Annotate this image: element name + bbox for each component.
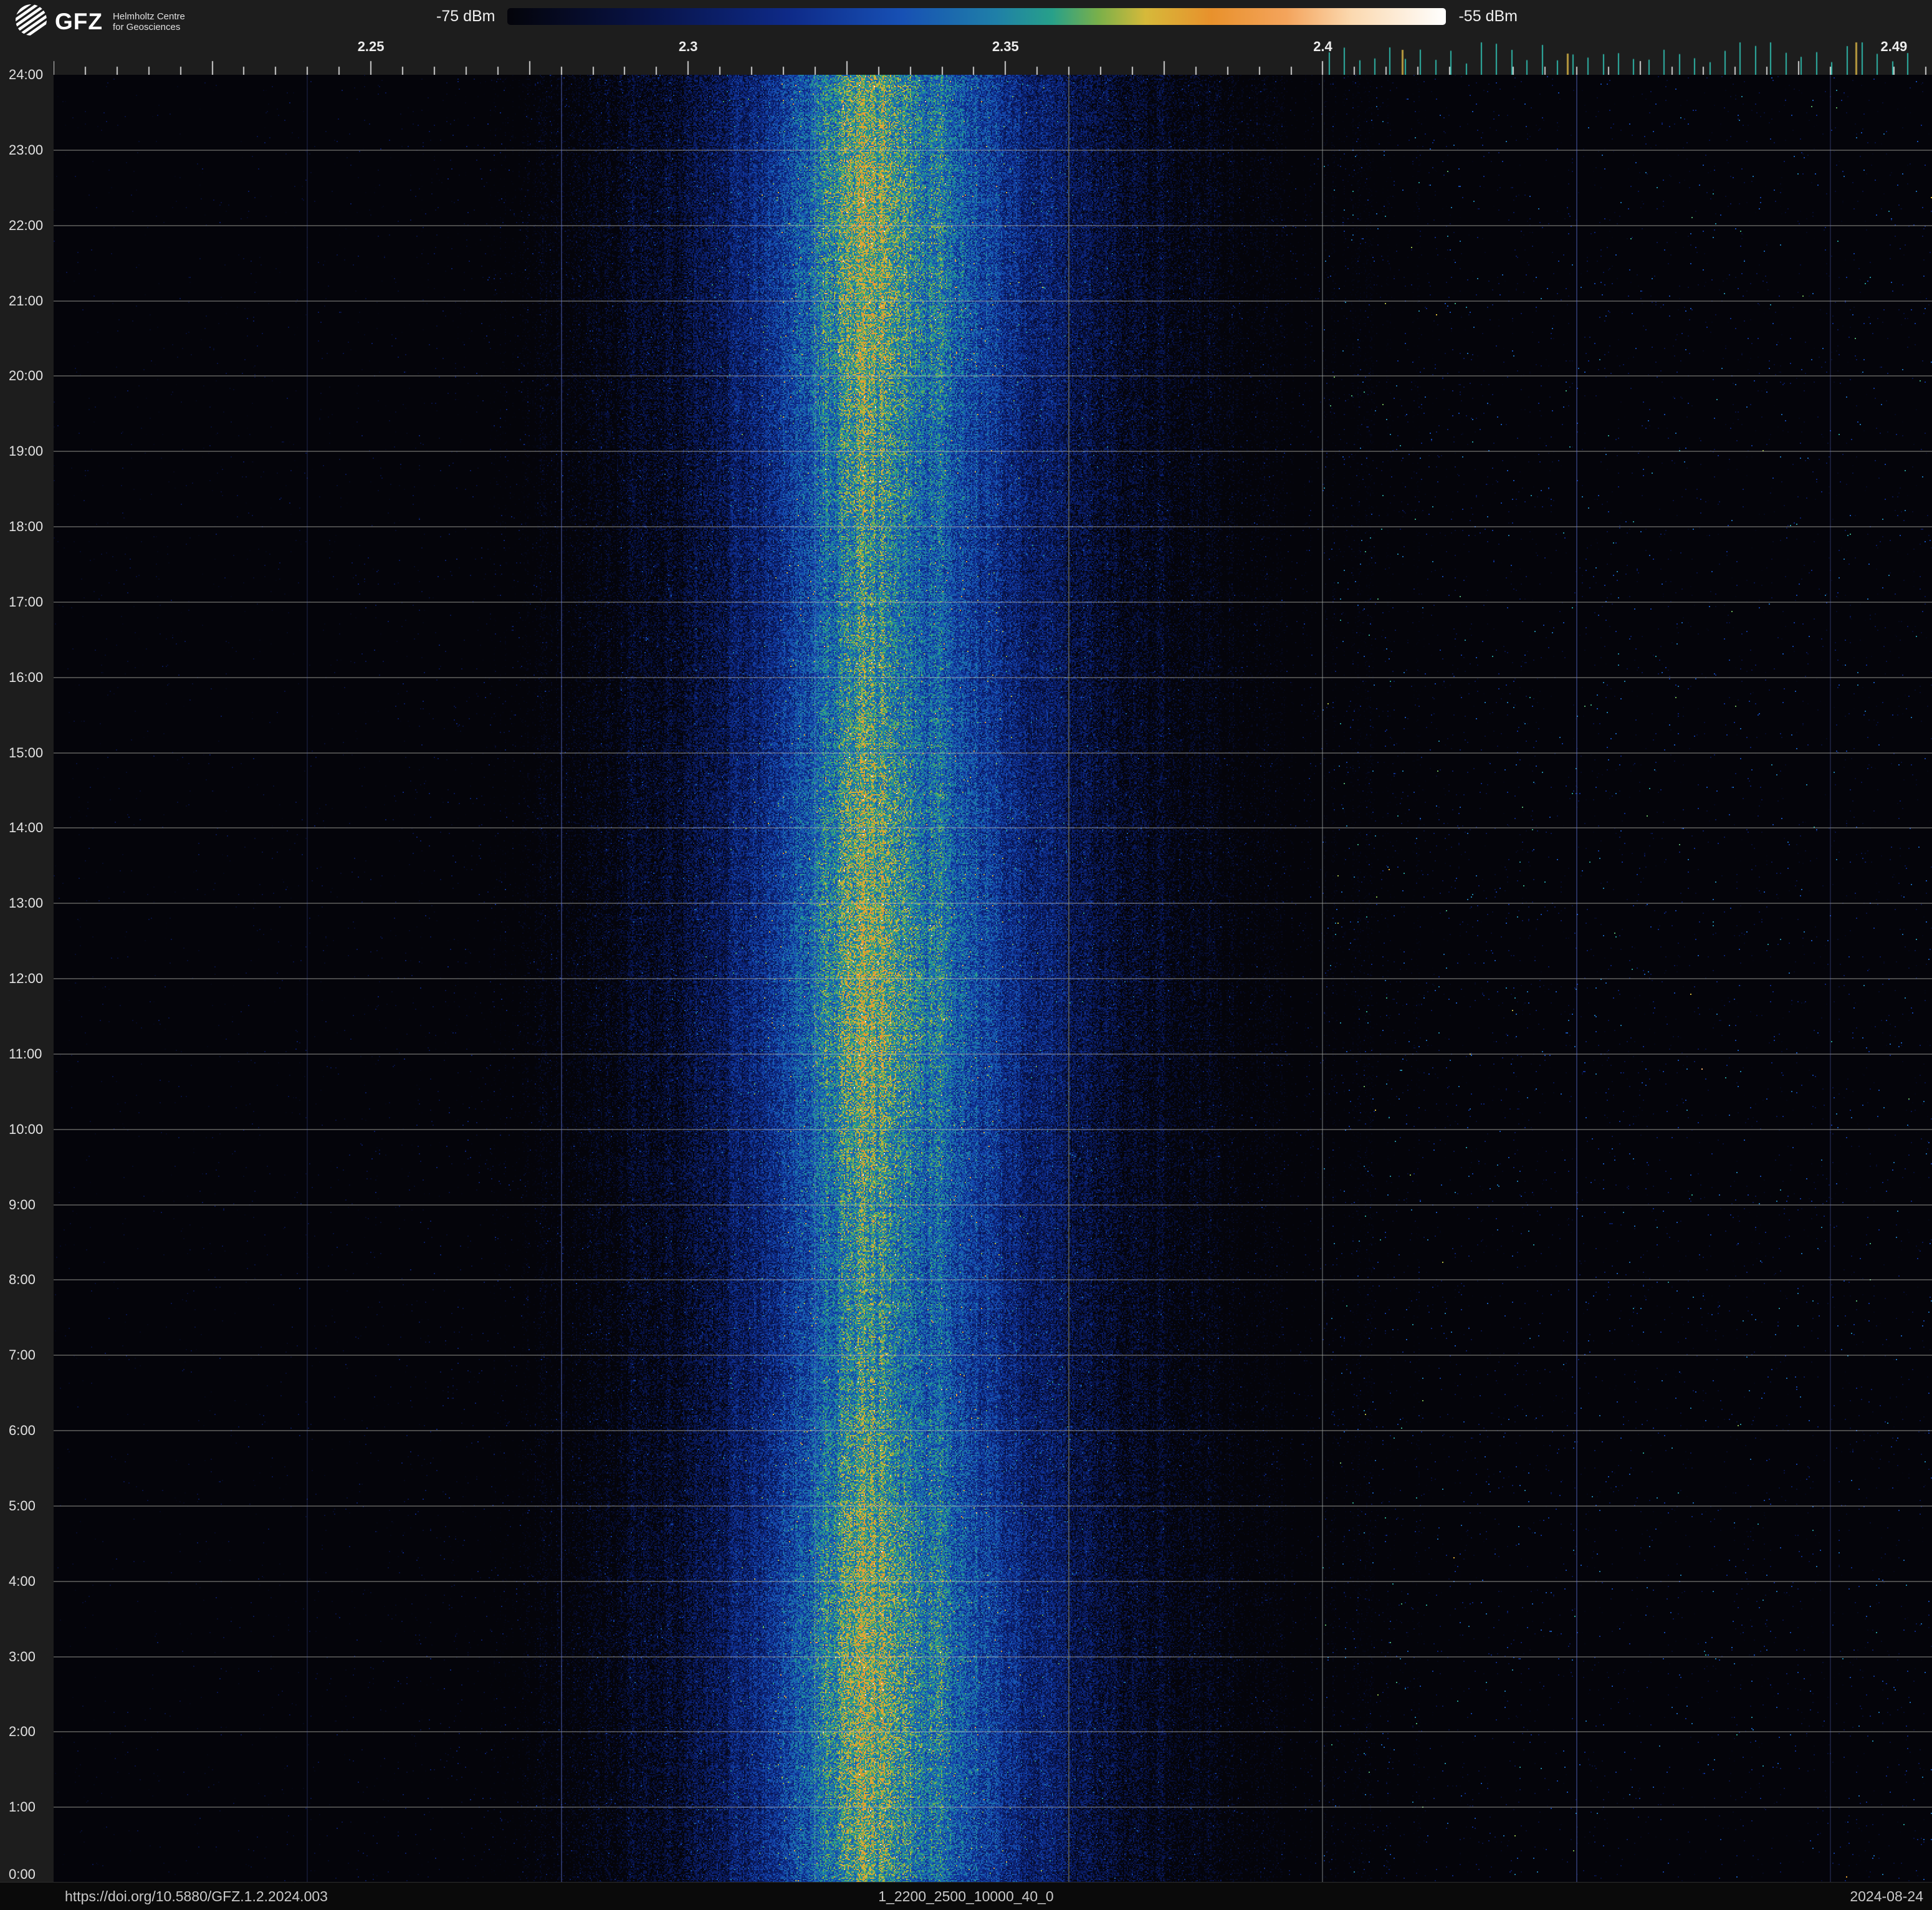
time-label: 1:00 <box>9 1799 36 1815</box>
time-label: 17:00 <box>9 593 44 610</box>
date-label: 2024-08-24 <box>1850 1888 1923 1904</box>
time-label: 24:00 <box>9 67 44 82</box>
time-label: 8:00 <box>9 1272 36 1288</box>
time-label: 22:00 <box>9 217 44 233</box>
time-label: 5:00 <box>9 1497 36 1514</box>
time-label: 14:00 <box>9 820 44 836</box>
footer: https://doi.org/10.5880/GFZ.1.2.2024.003… <box>0 1882 1932 1910</box>
freq-tick-label: 2.3 <box>678 39 698 54</box>
freq-tick-label: 2.25 <box>357 39 385 54</box>
colorbar-gradient <box>507 8 1447 25</box>
time-label: 6:00 <box>9 1423 36 1438</box>
time-label: 7:00 <box>9 1347 36 1363</box>
logo-subtitle: Helmholtz Centre for Geosciences <box>113 11 185 32</box>
time-label: 18:00 <box>9 519 44 534</box>
logo-subtitle-line1: Helmholtz Centre <box>112 11 185 22</box>
spectrogram-canvas <box>54 75 1932 1883</box>
spectrogram-page: GFZ Helmholtz Centre for Geosciences -75… <box>0 0 1932 1910</box>
time-label: 0:00 <box>9 1866 36 1882</box>
time-label: 23:00 <box>9 142 44 158</box>
time-label: 21:00 <box>9 292 44 309</box>
logo-brand-text: GFZ <box>55 8 103 34</box>
time-label: 9:00 <box>9 1196 36 1212</box>
time-label: 12:00 <box>9 971 44 986</box>
frequency-axis-labels: 2.25 2.3 2.35 2.4 2.49 <box>54 39 1932 56</box>
freq-tick-label: 2.49 <box>1880 39 1908 54</box>
logo-subtitle-line2: for Geosciences <box>112 21 181 32</box>
colorbar-max-label: -55 dBm <box>1458 7 1518 25</box>
time-label: 4:00 <box>9 1573 36 1589</box>
time-label: 13:00 <box>9 895 44 911</box>
time-label: 2:00 <box>9 1724 36 1740</box>
dataset-id-label: 1_2200_2500_10000_40_0 <box>878 1888 1054 1904</box>
header: GFZ Helmholtz Centre for Geosciences -75… <box>0 0 1932 42</box>
time-label: 19:00 <box>9 443 44 459</box>
time-label: 20:00 <box>9 368 44 384</box>
freq-tick-label: 2.35 <box>992 39 1019 54</box>
time-label: 16:00 <box>9 669 44 685</box>
doi-link[interactable]: https://doi.org/10.5880/GFZ.1.2.2024.003 <box>65 1883 328 1910</box>
colorbar-min-label: -75 dBm <box>436 7 495 25</box>
time-label: 3:00 <box>9 1648 36 1664</box>
spectrogram-plot <box>54 75 1932 1883</box>
colorbar: -75 dBm -55 dBm <box>436 7 1518 26</box>
freq-tick-label: 2.4 <box>1313 39 1332 54</box>
time-axis-labels: 24:00 23:00 22:00 21:00 20:00 19:00 18:00 17:00… <box>0 0 54 1910</box>
time-label: 11:00 <box>9 1045 42 1062</box>
time-label: 10:00 <box>9 1121 44 1137</box>
time-label: 15:00 <box>9 744 44 761</box>
